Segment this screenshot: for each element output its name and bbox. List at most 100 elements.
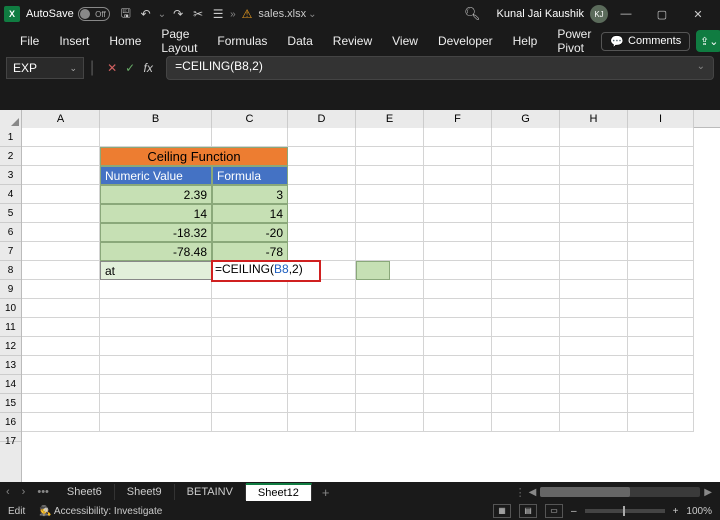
tab-review[interactable]: Review (323, 30, 382, 52)
sheet-list-menu-icon[interactable]: ••• (31, 486, 55, 498)
autosave-control[interactable]: AutoSave Off (26, 7, 110, 21)
col-header-H[interactable]: H (560, 110, 628, 128)
sheet-nav-prev-icon[interactable]: ‹ (0, 486, 16, 498)
tab-data[interactable]: Data (277, 30, 322, 52)
zoom-slider[interactable] (585, 509, 665, 513)
cell-B8[interactable]: at (100, 261, 212, 280)
hscroll-left-icon[interactable]: ◀ (529, 487, 537, 498)
cut-icon[interactable]: ✂ (188, 7, 208, 21)
hscroll-track[interactable] (540, 487, 700, 497)
zoom-in-button[interactable]: + (673, 506, 679, 517)
sheet-tab-sheet12[interactable]: Sheet12 (246, 483, 312, 501)
cell-B2[interactable] (100, 147, 212, 166)
view-page-layout-icon[interactable]: ▤ (519, 504, 537, 518)
save-icon[interactable]: 🖫 (116, 4, 136, 25)
tab-developer[interactable]: Developer (428, 30, 503, 52)
cell-C2[interactable] (212, 147, 288, 166)
comments-button[interactable]: 💬 Comments (601, 32, 690, 51)
tab-help[interactable]: Help (503, 30, 548, 52)
zoom-out-button[interactable]: – (571, 506, 577, 517)
row-header-5[interactable]: 5 (0, 204, 21, 223)
row-header-16[interactable]: 16 (0, 413, 21, 432)
accessibility-status[interactable]: 🕵 Accessibility: Investigate (39, 506, 162, 517)
cell-E8-spill[interactable] (356, 261, 390, 280)
tab-power-pivot[interactable]: Power Pivot (547, 23, 601, 59)
tab-insert[interactable]: Insert (49, 30, 99, 52)
row-header-3[interactable]: 3 (0, 166, 21, 185)
row-header-8[interactable]: 8 (0, 261, 21, 280)
col-header-C[interactable]: C (212, 110, 288, 128)
view-page-break-icon[interactable]: ▭ (545, 504, 563, 518)
row-header-9[interactable]: 9 (0, 280, 21, 299)
new-sheet-button[interactable]: + (312, 485, 340, 500)
row-header-1[interactable]: 1 (0, 128, 21, 147)
col-header-D[interactable]: D (288, 110, 356, 128)
tab-file[interactable]: File (10, 30, 49, 52)
redo-icon[interactable]: ↷ (168, 7, 188, 21)
cell-B6[interactable]: -18.32 (100, 223, 212, 242)
row-header-13[interactable]: 13 (0, 356, 21, 375)
zoom-level[interactable]: 100% (686, 506, 712, 517)
enter-button[interactable]: ✓ (122, 61, 138, 75)
fx-button[interactable]: fx (140, 61, 156, 75)
search-icon[interactable]: 🔍︎ (464, 6, 481, 22)
col-header-B[interactable]: B (100, 110, 212, 128)
filename-label[interactable]: sales.xlsx (258, 8, 306, 20)
close-button[interactable]: ✕ (680, 0, 716, 28)
col-header-G[interactable]: G (492, 110, 560, 128)
cell-C8[interactable] (212, 261, 288, 280)
row-header-17[interactable]: 17 (0, 432, 21, 442)
minimize-button[interactable]: — (608, 0, 644, 28)
tab-scroll-separator-icon[interactable]: ⋮ (515, 486, 525, 499)
hscroll-thumb[interactable] (540, 487, 630, 497)
cell-B7[interactable]: -78.48 (100, 242, 212, 261)
sheet-tab-sheet9[interactable]: Sheet9 (115, 484, 175, 500)
cell-C4[interactable]: 3 (212, 185, 288, 204)
warning-icon[interactable]: ⚠ (242, 7, 253, 21)
row-header-2[interactable]: 2 (0, 147, 21, 166)
col-header-I[interactable]: I (628, 110, 694, 128)
select-all-triangle[interactable] (0, 110, 22, 128)
row-header-11[interactable]: 11 (0, 318, 21, 337)
row-header-10[interactable]: 10 (0, 299, 21, 318)
row-header-14[interactable]: 14 (0, 375, 21, 394)
row-header-4[interactable]: 4 (0, 185, 21, 204)
cell-B5[interactable]: 14 (100, 204, 212, 223)
sheet-nav-next-icon[interactable]: › (16, 486, 32, 498)
formula-input[interactable]: =CEILING(B8,2) ⌄ (166, 56, 714, 80)
sheet-tab-betainv[interactable]: BETAINV (175, 484, 246, 500)
cell-B4[interactable]: 2.39 (100, 185, 212, 204)
sheet-tab-sheet6[interactable]: Sheet6 (55, 484, 115, 500)
cell-C3[interactable]: Formula (212, 166, 288, 185)
cancel-button[interactable]: ✕ (104, 61, 120, 75)
col-header-E[interactable]: E (356, 110, 424, 128)
row-header-6[interactable]: 6 (0, 223, 21, 242)
cell-B3[interactable]: Numeric Value (100, 166, 212, 185)
filename-dropdown-icon[interactable]: ⌄ (308, 9, 316, 20)
name-box[interactable]: EXP ⌄ (6, 57, 84, 79)
tab-page-layout[interactable]: Page Layout (151, 23, 207, 59)
undo-icon[interactable]: ↶ (136, 7, 156, 21)
name-box-dropdown-icon[interactable]: ⌄ (69, 63, 77, 74)
view-normal-icon[interactable]: ▦ (493, 504, 511, 518)
autosave-toggle[interactable]: Off (78, 7, 110, 21)
maximize-button[interactable]: ▢ (644, 0, 680, 28)
row-header-12[interactable]: 12 (0, 337, 21, 356)
row-header-15[interactable]: 15 (0, 394, 21, 413)
formula-expand-icon[interactable]: ⌄ (697, 61, 705, 72)
tab-view[interactable]: View (382, 30, 428, 52)
cell-D8[interactable] (288, 261, 356, 280)
account-area[interactable]: Kunal Jai Kaushik KJ (497, 5, 608, 23)
row-header-7[interactable]: 7 (0, 242, 21, 261)
hscroll-right-icon[interactable]: ▶ (704, 487, 712, 498)
quick-access-overflow-icon[interactable]: » (230, 9, 236, 20)
touch-mode-icon[interactable]: ☰ (208, 7, 228, 21)
col-header-A[interactable]: A (22, 110, 100, 128)
cell-grid[interactable]: Numeric Value Formula 2.39 3 14 14 -18.3… (22, 128, 720, 482)
cell-C5[interactable]: 14 (212, 204, 288, 223)
tab-home[interactable]: Home (99, 30, 151, 52)
undo-dropdown-icon[interactable]: ⌄ (158, 9, 166, 20)
share-button[interactable]: ⇪⌄ (696, 30, 720, 52)
col-header-F[interactable]: F (424, 110, 492, 128)
tab-formulas[interactable]: Formulas (207, 30, 277, 52)
